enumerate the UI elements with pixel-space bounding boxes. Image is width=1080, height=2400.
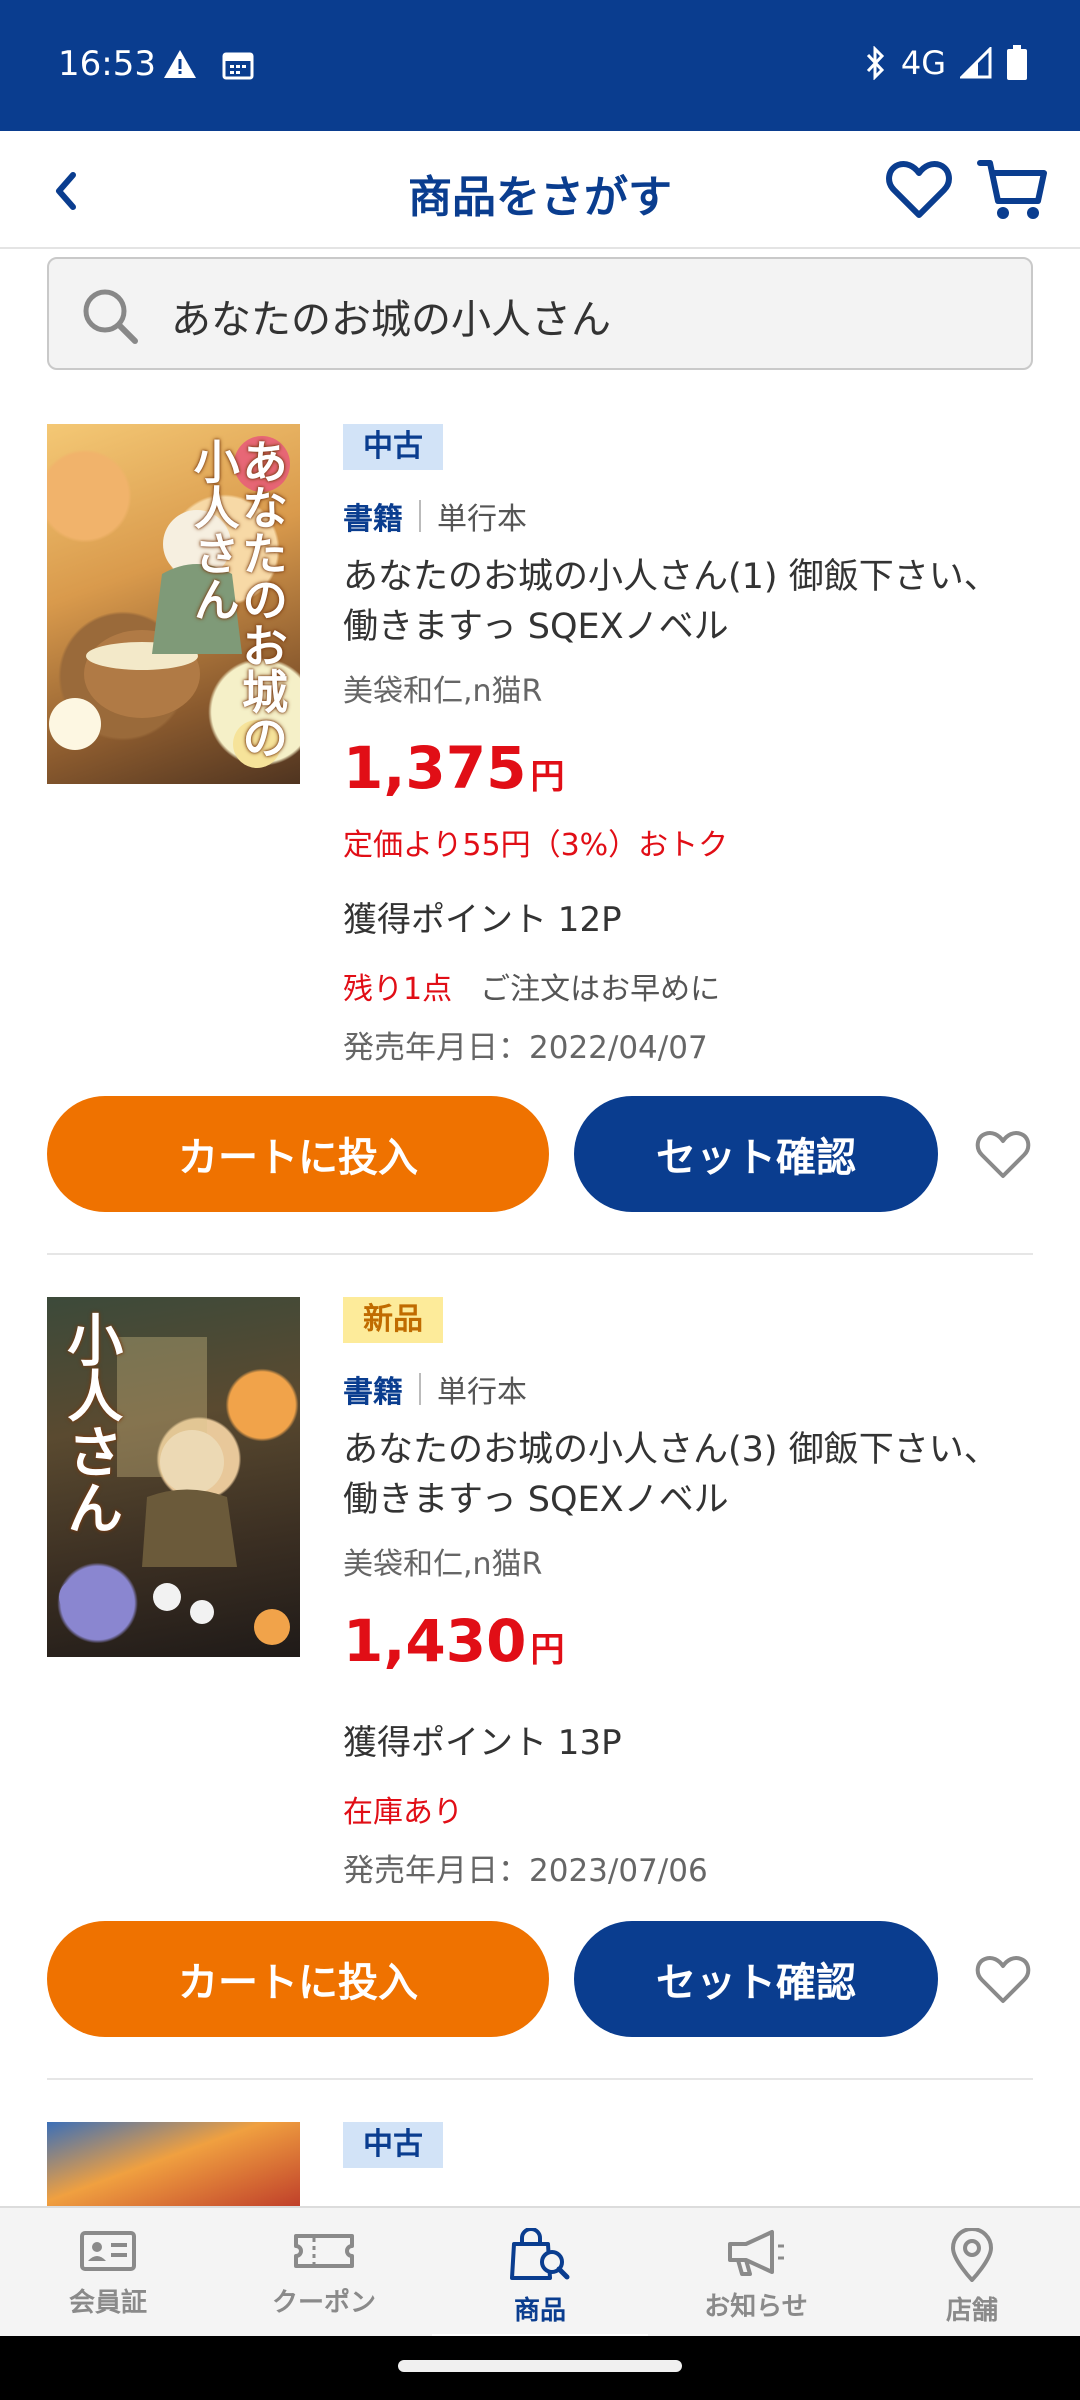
nav-member-card[interactable]: 会員証 bbox=[0, 2208, 216, 2338]
favorites-button[interactable] bbox=[884, 155, 954, 225]
category-label: 書籍 bbox=[343, 1375, 403, 1410]
heart-outline-icon bbox=[975, 1955, 1031, 2003]
app-header: 商品をさがす bbox=[0, 131, 1080, 249]
price-value: 1,430 bbox=[343, 1607, 527, 1675]
product-price: 1,375 円 bbox=[343, 734, 564, 802]
favorite-toggle[interactable] bbox=[968, 1119, 1038, 1189]
category-divider bbox=[419, 500, 421, 532]
product-title[interactable]: あなたのお城の小人さん(1) 御飯下さい、働きますっ SQEXノベル bbox=[343, 552, 1023, 652]
search-icon bbox=[83, 289, 138, 344]
stock-status: 在庫あり bbox=[343, 1787, 463, 1831]
release-date: 発売年月日：2022/04/07 bbox=[343, 1030, 708, 1066]
release-date: 発売年月日：2023/07/06 bbox=[343, 1853, 708, 1889]
status-bar: 16:53 4G bbox=[0, 0, 1080, 131]
price-value: 1,375 bbox=[343, 734, 527, 802]
search-query: あなたのお城の小人さん bbox=[171, 297, 611, 343]
home-gesture-handle[interactable] bbox=[398, 2360, 682, 2372]
points-text: 獲得ポイント 12P bbox=[343, 900, 622, 940]
product-author: 美袋和仁,n猫R bbox=[343, 1547, 543, 1582]
nav-news[interactable]: お知らせ bbox=[648, 2208, 864, 2338]
cover-title: あなたのお城の小人さん bbox=[186, 438, 289, 760]
nav-label: 商品 bbox=[513, 2296, 566, 2326]
nav-stores[interactable]: 店舗 bbox=[864, 2208, 1080, 2338]
add-to-cart-button[interactable]: カートに投入 bbox=[47, 1096, 549, 1212]
calendar-icon bbox=[222, 52, 254, 80]
price-currency: 円 bbox=[530, 757, 565, 797]
coupon-icon bbox=[294, 2234, 354, 2268]
heart-icon bbox=[886, 161, 952, 218]
nav-label: クーポン bbox=[271, 2288, 376, 2318]
product-title[interactable]: あなたのお城の小人さん(3) 御飯下さい、働きますっ SQEXノベル bbox=[343, 1425, 1023, 1525]
status-time: 16:53 bbox=[58, 44, 156, 84]
location-pin-icon bbox=[951, 2228, 993, 2282]
bluetooth-icon bbox=[866, 46, 884, 80]
signal-icon bbox=[960, 47, 992, 79]
cart-icon bbox=[977, 160, 1047, 219]
category-label: 書籍 bbox=[343, 502, 403, 537]
stock-label: 在庫あり bbox=[343, 1795, 463, 1830]
category-divider bbox=[419, 1373, 421, 1405]
category-line: 書籍 単行本 bbox=[343, 1367, 527, 1411]
product-divider bbox=[47, 1253, 1033, 1255]
cart-button[interactable] bbox=[976, 155, 1050, 225]
stock-label: 残り1点 bbox=[343, 972, 453, 1007]
condition-badge: 新品 bbox=[343, 1297, 443, 1343]
nav-label: 会員証 bbox=[68, 2288, 147, 2318]
condition-badge: 中古 bbox=[343, 2122, 443, 2168]
system-gesture-bar bbox=[0, 2336, 1080, 2400]
nav-label: お知らせ bbox=[704, 2292, 808, 2322]
category-line: 書籍 単行本 bbox=[343, 494, 527, 538]
product-divider bbox=[47, 2078, 1033, 2080]
product-cover-image[interactable]: あなたのお城の小人さん bbox=[47, 424, 300, 784]
product-cover-image[interactable] bbox=[47, 2122, 300, 2206]
product-author: 美袋和仁,n猫R bbox=[343, 674, 543, 709]
nav-coupon[interactable]: クーポン bbox=[216, 2208, 432, 2338]
cover-title: 小人さん bbox=[57, 1311, 124, 1535]
format-label: 単行本 bbox=[437, 502, 527, 537]
search-input[interactable]: あなたのお城の小人さん bbox=[47, 257, 1033, 370]
stock-status: 残り1点 ご注文はお早めに bbox=[343, 964, 720, 1008]
stock-note: ご注文はお早めに bbox=[480, 972, 721, 1007]
add-to-cart-button[interactable]: カートに投入 bbox=[47, 1921, 549, 2037]
warning-icon bbox=[164, 50, 196, 78]
product-price: 1,430 円 bbox=[343, 1607, 564, 1675]
favorite-toggle[interactable] bbox=[968, 1944, 1038, 2014]
heart-outline-icon bbox=[975, 1130, 1031, 1178]
network-type: 4G bbox=[900, 44, 946, 82]
format-label: 単行本 bbox=[437, 1375, 527, 1410]
price-currency: 円 bbox=[530, 1630, 565, 1670]
points-text: 獲得ポイント 13P bbox=[343, 1723, 622, 1763]
bottom-navigation: 会員証 クーポン 商品 お知らせ 店舗 bbox=[0, 2206, 1080, 2338]
condition-badge: 中古 bbox=[343, 424, 443, 470]
nav-products[interactable]: 商品 bbox=[432, 2208, 648, 2338]
member-card-icon bbox=[80, 2231, 136, 2271]
product-search-icon bbox=[510, 2228, 570, 2280]
nav-label: 店舗 bbox=[945, 2296, 998, 2326]
set-check-button[interactable]: セット確認 bbox=[574, 1096, 938, 1212]
set-check-button[interactable]: セット確認 bbox=[574, 1921, 938, 2037]
product-cover-image[interactable]: 小人さん bbox=[47, 1297, 300, 1657]
megaphone-icon bbox=[728, 2230, 784, 2276]
discount-text: 定価より55円（3%）おトク bbox=[343, 828, 729, 863]
battery-icon bbox=[1007, 45, 1027, 80]
